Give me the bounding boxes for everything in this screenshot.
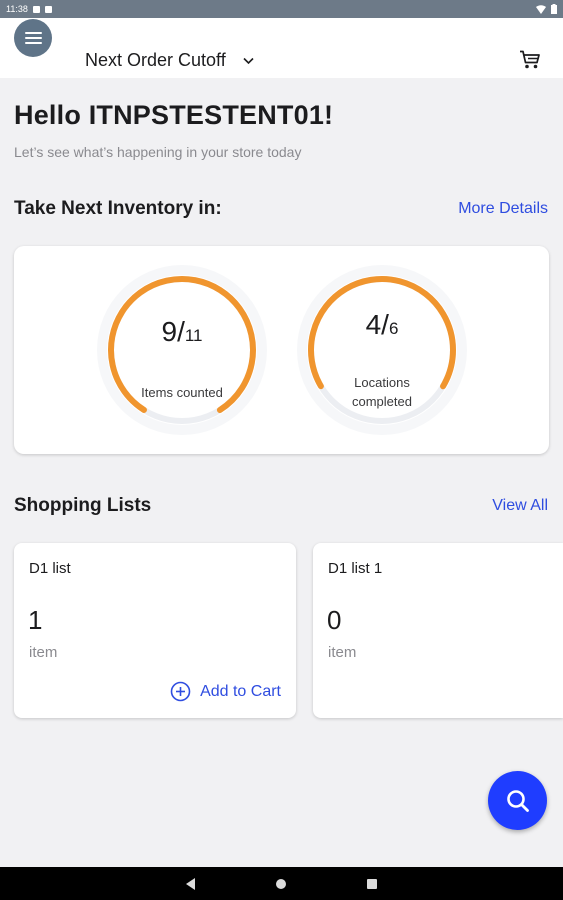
system-nav-bar xyxy=(0,867,563,900)
greeting-subtitle: Let’s see what’s happening in your store… xyxy=(14,144,302,160)
sd-card-notification-icon xyxy=(44,5,52,13)
search-fab-button[interactable] xyxy=(488,771,547,830)
items-counted-label: Items counted xyxy=(141,385,223,400)
chevron-down-icon xyxy=(243,57,254,65)
menu-button[interactable] xyxy=(14,19,52,57)
cart-icon[interactable] xyxy=(519,50,541,70)
locations-total: 6 xyxy=(388,319,399,338)
list-item-count: 1 xyxy=(28,605,43,635)
items-counted-progress-ring xyxy=(97,265,267,435)
inventory-card[interactable]: 9/11 Items counted 4/6 Locations complet… xyxy=(14,246,549,454)
items-counted-value: 9/11 xyxy=(96,316,268,348)
add-circle-icon xyxy=(170,681,191,702)
status-time: 11:38 xyxy=(6,4,28,14)
menu-icon-line xyxy=(24,42,42,44)
shopping-list-card[interactable]: D1 list 1 item Add to Cart xyxy=(14,543,296,718)
locations-done: 4 xyxy=(365,309,382,340)
nav-back-icon[interactable] xyxy=(186,878,195,890)
menu-icon-line xyxy=(24,32,42,34)
battery-icon xyxy=(551,4,557,14)
locations-slash: / xyxy=(381,309,389,340)
items-counted-total: 11 xyxy=(184,326,203,345)
list-item-unit: item xyxy=(328,644,357,661)
locations-label-line2: completed xyxy=(352,394,412,409)
next-order-cutoff-dropdown[interactable]: Next Order Cutoff xyxy=(85,50,255,71)
items-counted-slash: / xyxy=(177,316,185,347)
items-counted-ring: 9/11 Items counted xyxy=(96,264,268,436)
greeting-title: Hello ITNPSTESTENT01! xyxy=(14,100,334,130)
view-all-link[interactable]: View All xyxy=(492,497,548,515)
list-name: D1 list 1 xyxy=(328,560,383,577)
locations-value: 4/6 xyxy=(296,309,468,341)
menu-icon-line xyxy=(24,37,42,39)
wifi-icon xyxy=(536,4,546,14)
list-item-count: 0 xyxy=(327,605,342,635)
locations-label-line1: Locations xyxy=(354,375,410,390)
dropdown-label: Next Order Cutoff xyxy=(85,50,226,70)
locations-completed-ring: 4/6 Locations completed xyxy=(296,264,468,436)
shopping-list-card[interactable]: D1 list 1 0 item xyxy=(313,543,563,718)
settings-notification-icon xyxy=(32,5,40,13)
status-bar: 11:38 xyxy=(0,0,563,18)
add-to-cart-button[interactable]: Add to Cart xyxy=(170,681,281,702)
list-name: D1 list xyxy=(29,560,71,577)
search-icon xyxy=(506,789,529,812)
items-counted-done: 9 xyxy=(161,316,178,347)
inventory-section-title: Take Next Inventory in: xyxy=(14,198,222,219)
list-item-unit: item xyxy=(29,644,58,661)
nav-home-icon[interactable] xyxy=(276,879,286,889)
shopping-lists-title: Shopping Lists xyxy=(14,495,152,516)
add-to-cart-label: Add to Cart xyxy=(200,682,281,700)
nav-recents-icon[interactable] xyxy=(367,879,377,889)
more-details-link[interactable]: More Details xyxy=(458,200,548,218)
